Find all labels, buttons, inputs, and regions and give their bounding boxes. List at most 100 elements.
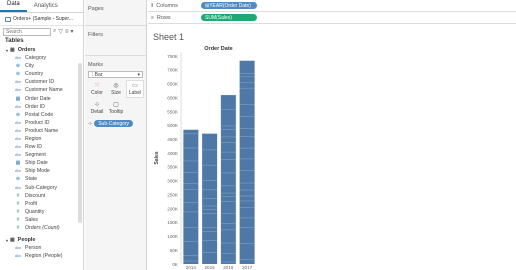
field-label: Profit: [25, 200, 38, 207]
tooltip-button[interactable]: ▢ Tooltip: [107, 99, 125, 117]
x-tick-label: 2016: [223, 265, 234, 270]
field-label: Category: [25, 55, 47, 62]
field-label: State: [25, 176, 38, 183]
columns-shelf-label: ⦀ Columns: [151, 3, 201, 9]
detail-label: Detail: [90, 109, 104, 115]
year-order-date-pill[interactable]: ⊞ YEAR(Order Date): [201, 2, 257, 9]
chevron-down-icon[interactable]: ▾: [71, 28, 74, 35]
caret-icon: ▾: [6, 237, 9, 243]
field-item[interactable]: Abc Region: [0, 135, 83, 143]
y-tick-label: 200K: [167, 206, 179, 211]
rows-label-text: Rows: [156, 14, 171, 21]
abc-icon: Abc: [15, 88, 22, 93]
columns-label-text: Columns: [156, 2, 178, 9]
field-item[interactable]: Abc Category: [0, 54, 83, 62]
label-button[interactable]: ▭ Label: [126, 80, 144, 98]
field-item[interactable]: Abc Region (People): [0, 252, 83, 260]
field-item[interactable]: Abc Person: [0, 244, 83, 252]
mark-type-label: Bar: [94, 71, 103, 78]
abc-icon: Abc: [15, 254, 22, 259]
field-item[interactable]: ⊕ Country: [0, 70, 83, 78]
table-people[interactable]: ▾ ▦ People: [0, 236, 83, 244]
field-label: Ship Date: [25, 160, 48, 167]
field-label: Order ID: [25, 103, 45, 110]
data-pane-tabs: Data Analytics: [0, 0, 83, 13]
abc-icon: Abc: [15, 120, 22, 125]
y-tick-label: 0K: [172, 262, 179, 267]
globe-icon: ⊕: [15, 111, 21, 118]
bar-2014: [183, 129, 199, 264]
search-input[interactable]: [3, 27, 51, 36]
y-tick-label: 400K: [167, 151, 179, 156]
field-item[interactable]: Abc Customer ID: [0, 78, 83, 86]
y-tick-label: 50K: [170, 248, 179, 253]
field-item[interactable]: ▦ Order Date: [0, 94, 83, 102]
field-item[interactable]: Abc Customer Name: [0, 86, 83, 94]
shelves: ⦀ Columns ⊞ YEAR(Order Date) ≡ Rows SUM(Sa…: [148, 0, 516, 28]
sub-category-pill[interactable]: Sub-Category: [94, 120, 134, 127]
table-orders[interactable]: ▾ ▦ Orders: [0, 46, 83, 54]
color-button[interactable]: ⁙ Color: [88, 80, 106, 98]
y-tick-label: 550K: [167, 109, 179, 114]
field-item[interactable]: Abc Order ID: [0, 103, 83, 111]
field-item[interactable]: ⊕ City: [0, 62, 83, 70]
field-item[interactable]: Abc Row ID: [0, 143, 83, 151]
field-item[interactable]: ⊕ State: [0, 175, 83, 183]
y-tick-label: 650K: [167, 82, 179, 87]
field-item[interactable]: Abc Product Name: [0, 127, 83, 135]
field-item[interactable]: # Sales: [0, 216, 83, 224]
tab-data[interactable]: Data: [0, 1, 27, 12]
field-item[interactable]: # Orders (Count): [0, 224, 83, 232]
x-tick-label: 2017: [242, 265, 253, 270]
field-item[interactable]: Abc Product ID: [0, 119, 83, 127]
scrollbar[interactable]: [78, 63, 82, 223]
mark-type-select[interactable]: ⫶ Bar ▾: [88, 71, 143, 78]
hash-icon: #: [16, 216, 20, 223]
y-tick-label: 300K: [167, 179, 179, 184]
field-item[interactable]: # Quantity: [0, 208, 83, 216]
field-item[interactable]: ▦ Ship Date: [0, 159, 83, 167]
x-tick-label: 2015: [205, 265, 216, 270]
rows-icon: ≡: [151, 14, 154, 21]
field-item[interactable]: Abc Ship Mode: [0, 167, 83, 175]
tab-analytics[interactable]: Analytics: [27, 3, 65, 12]
field-item[interactable]: ⊕ Postal Code: [0, 111, 83, 119]
rows-shelf[interactable]: ≡ Rows SUM(Sales): [148, 12, 516, 24]
field-item[interactable]: # Profit: [0, 200, 83, 208]
field-label: Order Date: [25, 95, 51, 102]
size-button[interactable]: ◎ Size: [107, 80, 125, 98]
search-icon[interactable]: ⌕: [53, 28, 56, 35]
field-label: Orders (Count): [25, 225, 60, 232]
abc-icon: Abc: [15, 246, 22, 251]
field-item[interactable]: Abc Segment: [0, 151, 83, 159]
field-label: Product Name: [25, 127, 59, 134]
detail-button[interactable]: ⊹ Detail: [88, 99, 106, 117]
y-tick-label: 350K: [167, 165, 179, 170]
y-tick-label: 700K: [167, 68, 179, 73]
field-item[interactable]: Abc Sub-Category: [0, 184, 83, 192]
field-label: Segment: [25, 152, 46, 159]
y-axis-label: Sales: [154, 151, 160, 164]
hash-icon: #: [16, 208, 20, 215]
columns-shelf[interactable]: ⦀ Columns ⊞ YEAR(Order Date): [148, 0, 516, 12]
list-view-icon[interactable]: ≡: [65, 29, 69, 35]
cards-pane: Pages Filters Marks ⫶ Bar ▾ ⁙ Color ◎ Si…: [85, 0, 147, 270]
field-label: Postal Code: [25, 111, 54, 118]
abc-icon: Abc: [15, 145, 22, 150]
abc-icon: Abc: [15, 80, 22, 85]
bar-2015: [202, 133, 218, 264]
label-label: Label: [128, 90, 142, 96]
view-area: Order Date 0K 50K 100K 150K 200K 250K 300K 350K 4…: [148, 28, 516, 270]
field-label: Region: [25, 135, 42, 142]
abc-icon: Abc: [15, 128, 22, 133]
tooltip-label: Tooltip: [108, 109, 124, 115]
globe-icon: ⊕: [15, 176, 21, 183]
table-icon: ▦: [10, 47, 15, 53]
pages-card[interactable]: Pages: [85, 0, 146, 26]
field-item[interactable]: # Discount: [0, 192, 83, 200]
filters-card[interactable]: Filters: [85, 26, 146, 56]
datasource-item[interactable]: Orders+ (Sample - Super...: [0, 13, 83, 26]
filter-icon[interactable]: ▽: [58, 28, 63, 35]
sum-sales-pill[interactable]: SUM(Sales): [201, 14, 257, 21]
field-label: Quantity: [25, 208, 45, 215]
